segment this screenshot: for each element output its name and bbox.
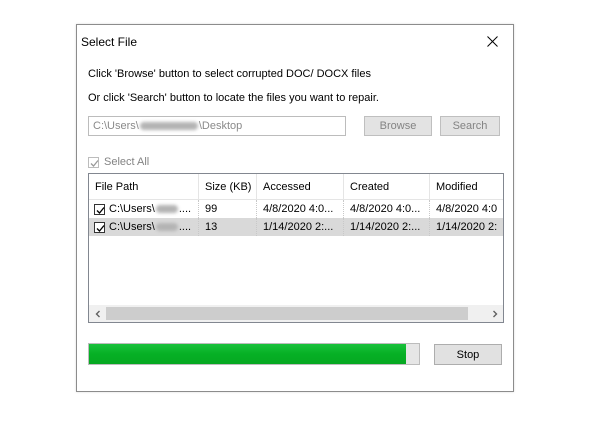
repair-progress-bar — [88, 343, 420, 365]
cell-file-path: C:\Users\.... — [89, 218, 199, 236]
instruction-line-2: Or click 'Search' button to locate the f… — [88, 92, 379, 104]
table-row[interactable]: C:\Users\.... 99 4/8/2020 4:0... 4/8/202… — [89, 200, 503, 218]
list-header: File Path Size (KB) Accessed Created Mod… — [89, 174, 503, 200]
select-file-dialog: Select File Click 'Browse' button to sel… — [76, 24, 514, 392]
cell-size: 13 — [199, 218, 257, 236]
cell-modified: 4/8/2020 4:0 — [436, 203, 498, 215]
cell-accessed: 4/8/2020 4:0... — [257, 200, 344, 218]
path-suffix: .... — [178, 221, 192, 233]
path-prefix: C:\Users\ — [109, 221, 155, 233]
file-path-input[interactable]: C:\Users\ \Desktop — [88, 116, 346, 136]
redacted-username — [155, 223, 178, 231]
column-size[interactable]: Size (KB) — [199, 174, 257, 199]
instruction-line-1: Click 'Browse' button to select corrupte… — [88, 68, 371, 80]
search-button[interactable]: Search — [440, 116, 500, 136]
row-checkbox[interactable] — [94, 203, 105, 215]
cell-created: 1/14/2020 2:... — [344, 218, 430, 236]
scroll-left-button[interactable] — [89, 305, 106, 322]
checkmark-icon — [96, 206, 105, 214]
cell-created: 4/8/2020 4:0... — [344, 200, 430, 218]
close-icon — [486, 35, 498, 47]
column-file-path[interactable]: File Path — [89, 174, 199, 199]
chevron-right-icon — [492, 310, 497, 317]
cell-accessed: 1/14/2020 2:... — [257, 218, 344, 236]
cell-size: 99 — [199, 200, 257, 218]
stop-button[interactable]: Stop — [434, 344, 502, 365]
horizontal-scrollbar[interactable] — [89, 305, 503, 322]
select-all-label: Select All — [104, 156, 150, 168]
chevron-left-icon — [95, 310, 100, 317]
dialog-title: Select File — [81, 35, 138, 49]
select-all-box — [88, 156, 99, 168]
checkmark-icon — [96, 224, 105, 232]
table-row[interactable]: C:\Users\.... 13 1/14/2020 2:... 1/14/20… — [89, 218, 503, 236]
close-button[interactable] — [471, 25, 513, 57]
file-list[interactable]: File Path Size (KB) Accessed Created Mod… — [88, 173, 504, 323]
path-prefix: C:\Users\ — [109, 203, 155, 215]
select-all-checkbox[interactable]: Select All — [88, 156, 149, 168]
column-created[interactable]: Created — [344, 174, 430, 199]
redacted-username — [155, 205, 178, 213]
cell-modified: 1/14/2020 2: — [436, 221, 498, 233]
path-suffix: .... — [178, 203, 192, 215]
cell-file-path: C:\Users\.... — [89, 200, 199, 218]
scroll-thumb[interactable] — [106, 307, 468, 320]
checkmark-icon — [90, 159, 99, 167]
column-modified[interactable]: Modified — [430, 174, 503, 199]
progress-fill — [89, 344, 406, 364]
path-suffix: \Desktop — [198, 120, 243, 132]
redacted-username — [139, 122, 198, 131]
row-checkbox[interactable] — [94, 221, 105, 233]
path-prefix: C:\Users\ — [93, 120, 139, 132]
scroll-right-button[interactable] — [486, 305, 503, 322]
title-bar: Select File — [77, 25, 513, 57]
column-accessed[interactable]: Accessed — [257, 174, 344, 199]
browse-button[interactable]: Browse — [364, 116, 432, 136]
